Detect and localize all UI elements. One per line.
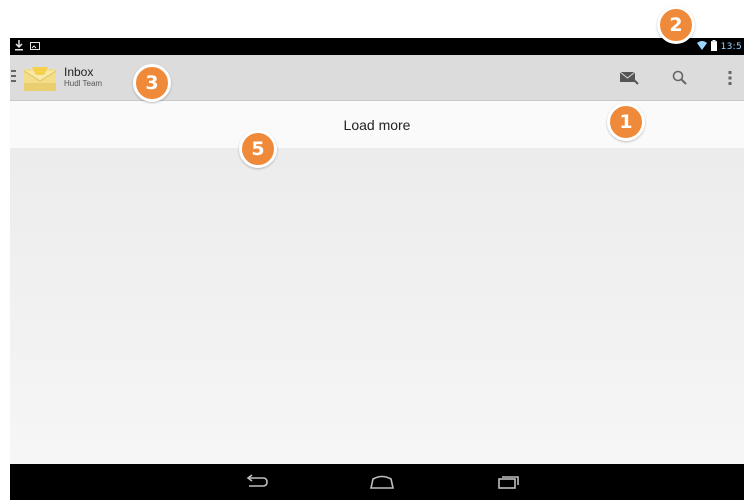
callout-badge-2: 2	[657, 6, 695, 44]
inbox-app-icon[interactable]	[22, 65, 58, 93]
search-icon[interactable]	[668, 66, 692, 90]
recent-apps-icon[interactable]	[490, 472, 526, 492]
callout-badge-3: 3	[133, 64, 171, 102]
image-icon	[30, 38, 40, 56]
battery-icon	[710, 39, 717, 54]
status-right-icons: 13:5	[696, 38, 742, 55]
top-margin	[0, 0, 744, 38]
callout-badge-5: 5	[239, 130, 277, 168]
download-icon	[14, 38, 24, 56]
wifi-icon	[696, 40, 707, 53]
tablet-screen: 13:5 Inbox Hudl Team Load more 1 2 3 5	[0, 0, 744, 500]
title-block[interactable]: Inbox Hudl Team	[64, 66, 102, 88]
status-left-icons	[14, 39, 40, 54]
action-bar: Inbox Hudl Team	[10, 55, 744, 101]
home-icon[interactable]	[364, 472, 400, 492]
navigation-bar	[10, 464, 744, 500]
message-list: Load more	[10, 101, 744, 464]
back-icon[interactable]	[238, 472, 274, 492]
inbox-title: Inbox	[64, 65, 94, 79]
compose-mail-icon[interactable]	[617, 66, 641, 90]
status-time: 13:5	[720, 41, 742, 52]
empty-list-area	[10, 148, 744, 464]
callout-badge-1: 1	[607, 103, 645, 141]
drawer-indicator-icon[interactable]	[11, 70, 16, 82]
overflow-menu-icon[interactable]	[718, 66, 742, 90]
status-bar: 13:5	[10, 38, 744, 55]
account-subtitle: Hudl Team	[64, 79, 103, 88]
